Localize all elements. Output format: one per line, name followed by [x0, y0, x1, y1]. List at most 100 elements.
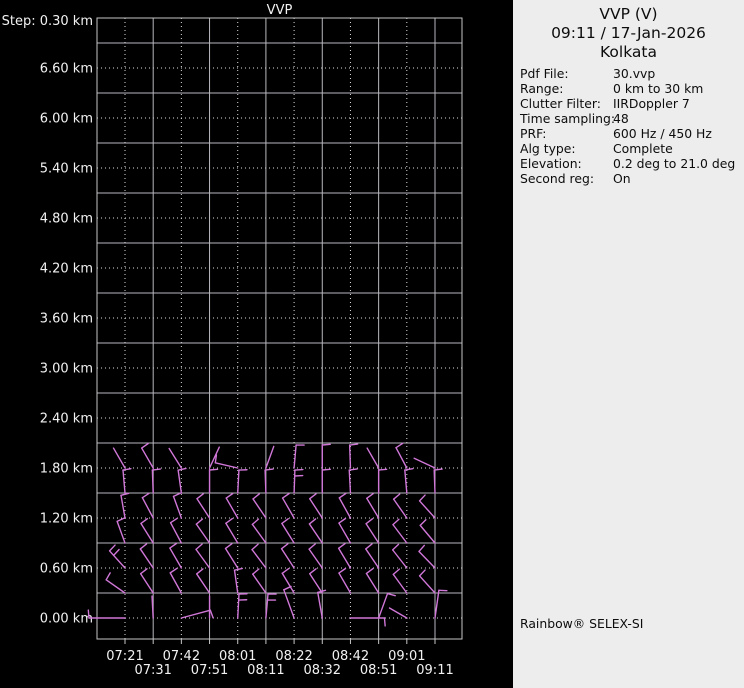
wind-barb [350, 444, 358, 468]
wind-barb-stroke [173, 493, 180, 496]
wind-barb [169, 448, 181, 468]
wind-barb [349, 469, 357, 493]
wind-barb [173, 493, 181, 518]
wind-barb-stroke [282, 523, 294, 543]
x-axis-label: 08:32 [304, 663, 341, 678]
y-axis-label: 0.60 km [40, 562, 93, 577]
y-axis-label: 3.00 km [40, 362, 93, 377]
wind-barb-stroke [309, 544, 315, 549]
wind-barb-stroke [393, 550, 407, 568]
y-axis-label: 3.60 km [40, 312, 93, 327]
product-datetime: 09:11 / 17-Jan-2026 [513, 24, 744, 43]
wind-barb-stroke [420, 501, 435, 518]
wind-barb [252, 544, 266, 568]
wind-barb [394, 494, 407, 518]
wind-barb [419, 545, 435, 568]
wind-barb-stroke [435, 590, 439, 618]
wind-barb-stroke [394, 494, 400, 499]
wind-barb [310, 494, 323, 518]
wind-barb [367, 494, 379, 518]
wind-barb [170, 543, 182, 568]
wind-barb-stroke [393, 544, 399, 549]
parameter-row: Clutter Filter:IIRDoppler 7 [520, 96, 742, 111]
wind-barb-stroke [405, 469, 413, 470]
product-title: VVP (V) [513, 5, 744, 24]
field-label: Time sampling: [520, 111, 613, 126]
wind-barb [339, 493, 350, 518]
wind-barb-stroke [181, 610, 210, 618]
x-axis-label: 07:51 [191, 663, 228, 678]
wind-barb-stroke [420, 525, 435, 543]
y-axis-label: 2.40 km [40, 412, 93, 427]
wind-barb-stroke [419, 551, 435, 568]
wind-barb-stroke [310, 499, 323, 518]
wind-barb [339, 544, 351, 568]
wind-barb [282, 544, 295, 568]
wind-barb-stroke [366, 519, 372, 524]
wind-barb [226, 493, 238, 518]
step-label: Step: 0.30 km [2, 14, 93, 29]
x-axis-label: 08:22 [275, 649, 312, 664]
wind-barb-stroke [123, 470, 125, 493]
wind-barb [294, 445, 304, 468]
wind-barb-stroke [419, 545, 424, 551]
wind-barb-stroke [142, 443, 149, 448]
x-axis-label: 07:42 [163, 649, 200, 664]
field-value: 30.vvp [613, 66, 655, 81]
wind-barb-stroke [393, 574, 407, 593]
wind-barb-stroke [169, 448, 181, 468]
wind-barb [181, 610, 213, 618]
wind-barb-stroke [322, 444, 330, 445]
wind-barb-stroke [349, 469, 357, 470]
wind-barb [121, 493, 129, 518]
x-axis-label: 08:11 [247, 663, 284, 678]
wind-barb [294, 470, 303, 493]
wind-barb-stroke [210, 469, 218, 470]
wind-barb-stroke [310, 569, 316, 574]
wind-barb-stroke [114, 550, 119, 556]
wind-barb [252, 519, 266, 543]
wind-barb-stroke [282, 569, 288, 574]
wind-barb-stroke [171, 518, 178, 522]
info-panel: VVP (V) 09:11 / 17-Jan-2026 Kolkata Pdf … [513, 0, 744, 688]
wind-barb-stroke [114, 448, 126, 468]
product-parameters: Pdf File:30.vvpRange:0 km to 30 kmClutte… [520, 66, 742, 186]
wind-barb [253, 494, 266, 518]
wind-barb-stroke [283, 493, 290, 498]
wind-barb-stroke [310, 494, 316, 499]
wind-barb [215, 455, 237, 468]
wind-barb-stroke [294, 470, 295, 493]
wind-barb [322, 469, 330, 493]
wind-barb-stroke [196, 544, 202, 549]
wind-barb-stroke [349, 470, 350, 493]
field-value: On [613, 171, 631, 186]
wind-barb [196, 544, 210, 568]
wind-barb-stroke [350, 444, 358, 445]
wind-barb [350, 618, 385, 626]
wind-barb-stroke [393, 569, 399, 574]
wind-barb [142, 493, 153, 518]
wind-barb [170, 568, 181, 593]
wind-barb-stroke [226, 523, 238, 543]
wind-barb [106, 573, 125, 593]
wind-barb [253, 569, 266, 593]
wind-barb [114, 448, 126, 468]
field-label: Pdf File: [520, 66, 613, 81]
wind-barb-stroke [339, 573, 351, 593]
wind-barb-stroke [396, 443, 403, 447]
x-axis-label: 08:01 [219, 649, 256, 664]
wind-barb-stroke [141, 519, 147, 524]
wind-barb-stroke [226, 548, 238, 568]
wind-barb [117, 518, 125, 543]
wind-barb-stroke [88, 610, 89, 618]
wind-barb [339, 518, 351, 543]
wind-barb-stroke [405, 470, 407, 493]
wind-barb [196, 519, 209, 543]
wind-barb-stroke [318, 590, 326, 592]
wind-barb [310, 569, 323, 593]
wind-barb-stroke [393, 525, 407, 543]
wind-barb [238, 594, 247, 618]
wind-barb-stroke [396, 448, 407, 468]
parameter-row: Time sampling:48 [520, 111, 742, 126]
wind-barb-stroke [215, 463, 237, 468]
